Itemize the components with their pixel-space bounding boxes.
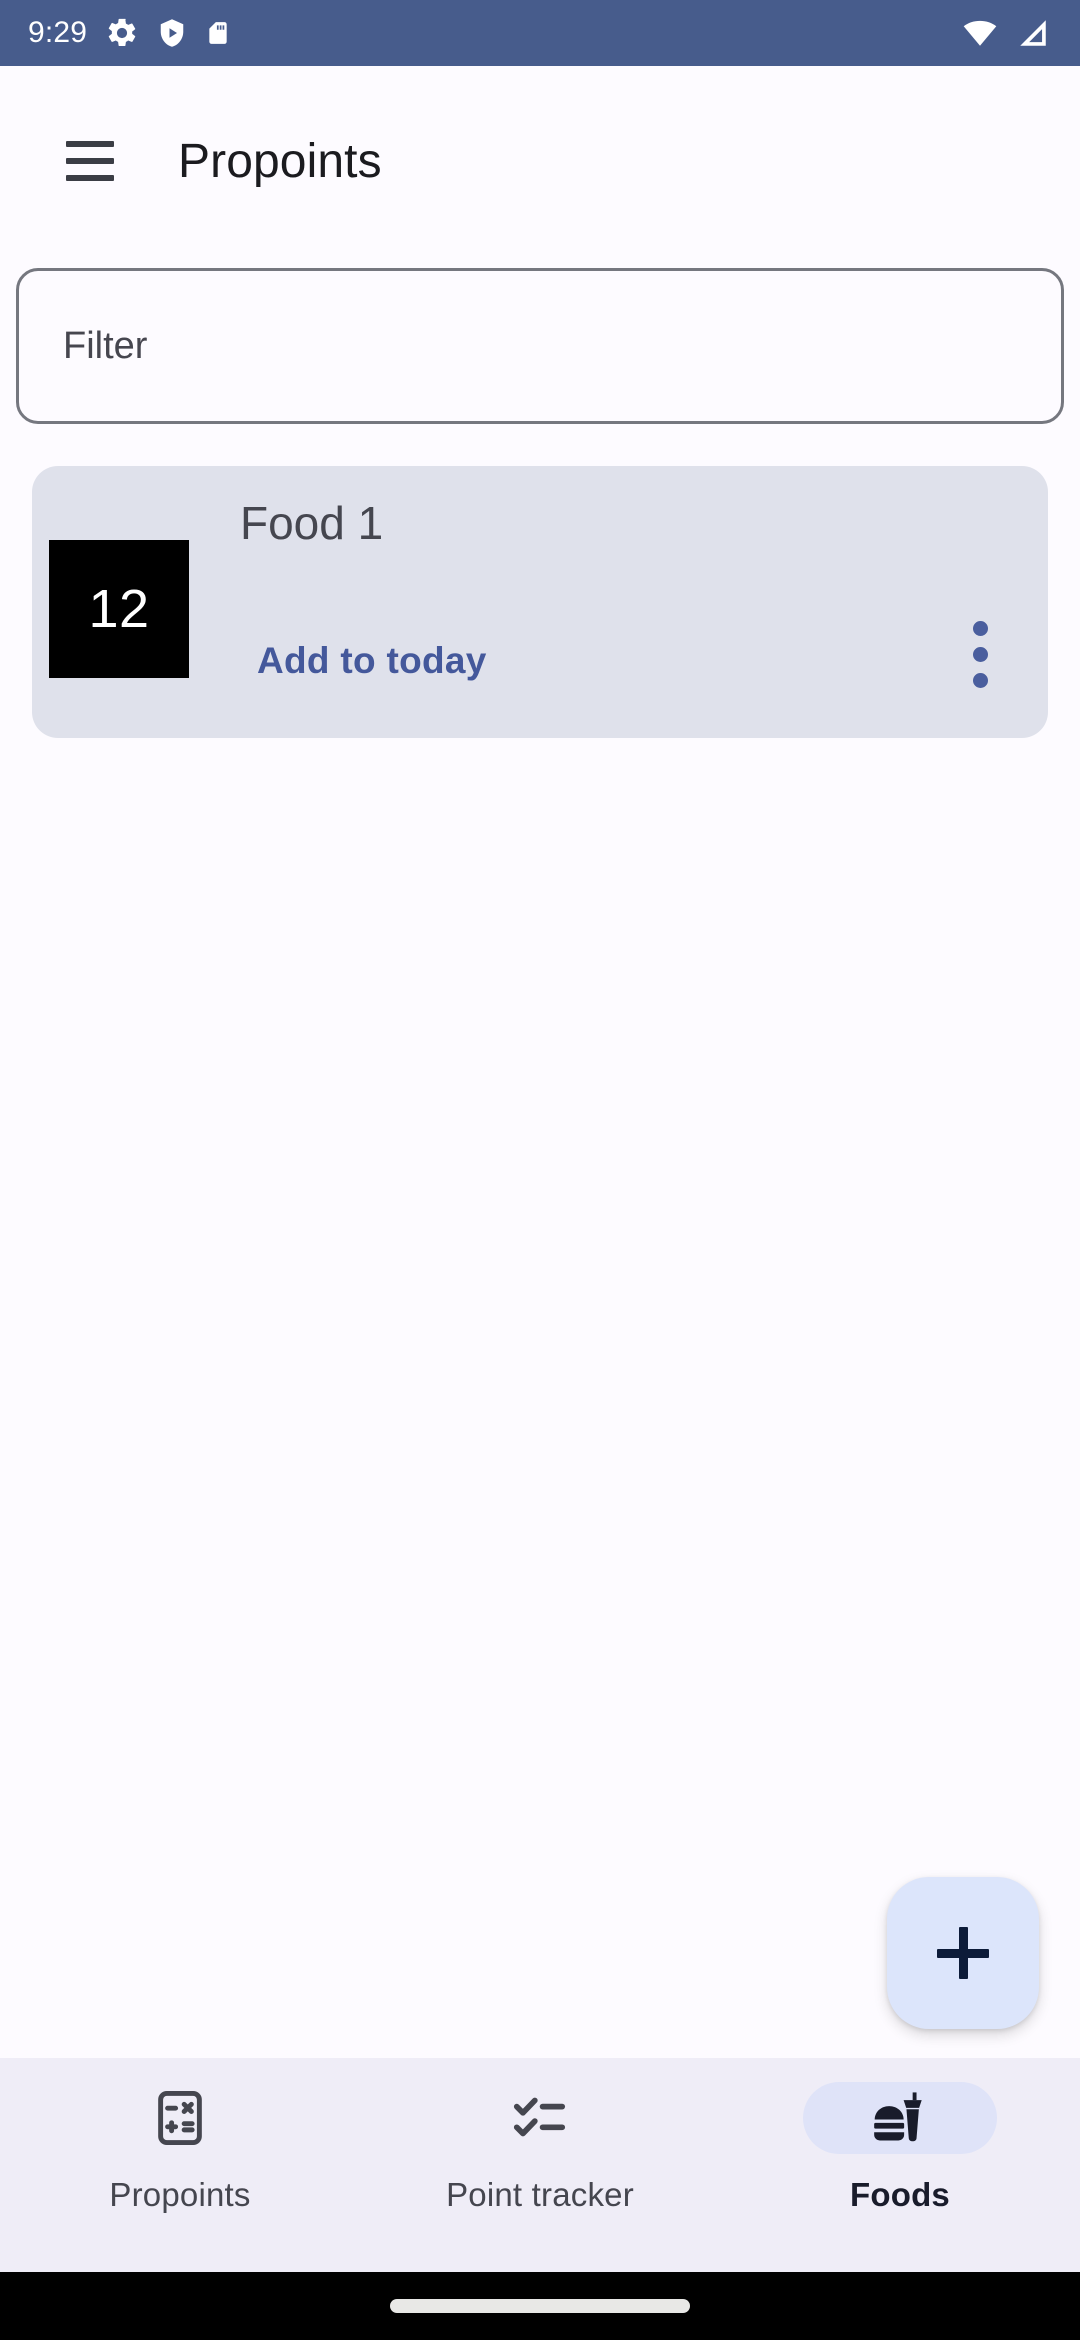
app-bar: Propoints xyxy=(0,66,1080,256)
sd-card-icon xyxy=(209,22,227,44)
nav-pill-foods xyxy=(803,2082,997,2154)
nav-label-foods: Foods xyxy=(850,2176,950,2213)
add-to-today-button[interactable]: Add to today xyxy=(229,628,515,694)
filter-field[interactable] xyxy=(16,268,1064,424)
food-points-badge: 12 xyxy=(49,540,189,678)
food-list: 12 Food 1 Add to today xyxy=(0,466,1080,762)
add-food-fab[interactable] xyxy=(887,1877,1039,2029)
app-screen: 9:29 Propoints Filter 12 Food 1 Add to t… xyxy=(0,0,1080,2340)
status-clock: 9:29 xyxy=(28,16,88,49)
page-title: Propoints xyxy=(178,134,382,188)
nav-label-point-tracker: Point tracker xyxy=(446,2176,634,2213)
nav-item-propoints[interactable]: Propoints xyxy=(0,2058,360,2272)
gesture-pill[interactable] xyxy=(390,2299,690,2313)
status-bar-right xyxy=(960,16,1052,50)
menu-bar-1 xyxy=(66,141,114,147)
more-vertical-icon[interactable] xyxy=(938,612,1022,696)
status-bar-left: 9:29 xyxy=(28,16,231,50)
dot-1 xyxy=(972,620,988,636)
shield-play-icon xyxy=(160,19,184,47)
hamburger-menu-icon[interactable] xyxy=(48,119,132,203)
nav-item-foods[interactable]: Foods xyxy=(720,2058,1080,2272)
calculator-icon xyxy=(158,2091,202,2145)
menu-bar-3 xyxy=(66,175,114,181)
nav-item-point-tracker[interactable]: Point tracker xyxy=(360,2058,720,2272)
checklist-icon xyxy=(513,2097,566,2137)
nav-pill-point-tracker xyxy=(443,2082,637,2154)
list-item[interactable]: 12 Food 1 Add to today xyxy=(32,466,1048,738)
dot-2 xyxy=(972,646,988,662)
gesture-navigation-bar xyxy=(0,2272,1080,2340)
nav-pill-propoints xyxy=(83,2082,277,2154)
status-bar: 9:29 xyxy=(0,0,1080,66)
plus-icon xyxy=(937,1927,989,1979)
filter-input[interactable] xyxy=(63,271,1017,421)
dot-3 xyxy=(972,672,988,688)
food-name: Food 1 xyxy=(240,497,384,549)
menu-bar-2 xyxy=(66,158,114,164)
fastfood-icon xyxy=(874,2092,922,2142)
nav-label-propoints: Propoints xyxy=(109,2176,251,2213)
signal-icon xyxy=(1020,20,1046,46)
wifi-icon xyxy=(963,20,997,46)
gear-icon xyxy=(108,18,136,47)
bottom-navigation: Propoints Point tracker Foods xyxy=(0,2058,1080,2272)
food-points-value: 12 xyxy=(88,579,150,639)
